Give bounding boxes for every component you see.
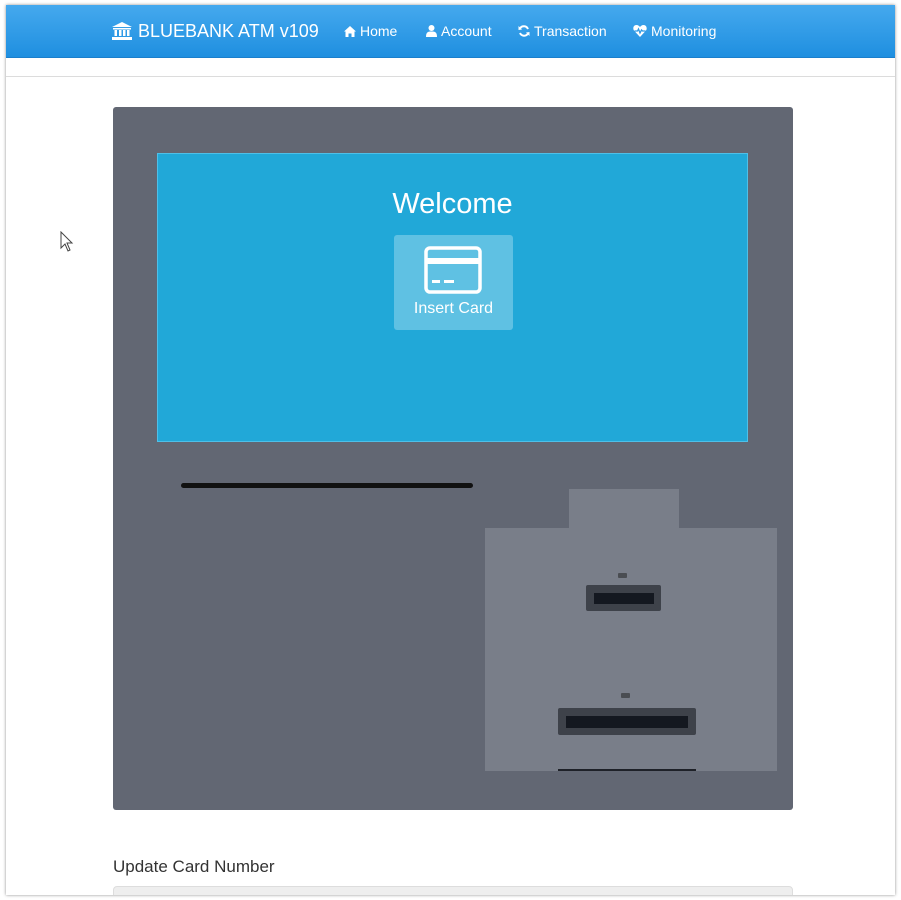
credit-card-icon <box>424 246 482 294</box>
nav-account[interactable]: Account <box>426 5 492 57</box>
bank-icon <box>112 22 132 40</box>
nav-home[interactable]: Home <box>344 5 397 57</box>
card-slot <box>181 483 473 488</box>
receipt-indicator-light <box>618 573 627 578</box>
nav-transaction-label: Transaction <box>534 23 607 39</box>
mouse-cursor-icon <box>60 231 74 252</box>
home-icon <box>344 25 356 37</box>
nav-transaction[interactable]: Transaction <box>518 5 607 57</box>
nav-monitoring-label: Monitoring <box>651 23 717 39</box>
welcome-heading: Welcome <box>392 188 513 220</box>
cash-indicator-light <box>621 693 630 698</box>
brand[interactable]: BLUEBANK ATM v109 <box>112 5 319 57</box>
atm-panel-top <box>569 489 679 529</box>
card-number-input[interactable] <box>113 886 793 895</box>
navbar-divider <box>6 76 895 77</box>
nav-home-label: Home <box>360 23 398 39</box>
insert-card-button[interactable]: Insert Card <box>394 235 513 330</box>
atm-screen: Welcome Insert Card <box>157 153 748 442</box>
nav-account-label: Account <box>441 23 492 39</box>
update-card-number-label: Update Card Number <box>113 857 275 876</box>
atm-panel <box>485 528 777 771</box>
heartbeat-icon <box>633 25 647 37</box>
app-window: BLUEBANK ATM v109 Home Account Transacti… <box>6 5 895 895</box>
nav-monitoring[interactable]: Monitoring <box>633 5 716 57</box>
cash-dispenser-slot <box>558 708 696 735</box>
user-icon <box>426 25 437 37</box>
deposit-slot-edge <box>558 769 696 771</box>
atm-machine: Welcome Insert Card <box>113 107 793 810</box>
refresh-icon <box>518 25 530 37</box>
brand-title: BLUEBANK ATM v109 <box>138 20 319 41</box>
receipt-slot <box>586 585 661 611</box>
insert-card-label: Insert Card <box>413 300 494 317</box>
navbar: BLUEBANK ATM v109 Home Account Transacti… <box>6 5 895 58</box>
